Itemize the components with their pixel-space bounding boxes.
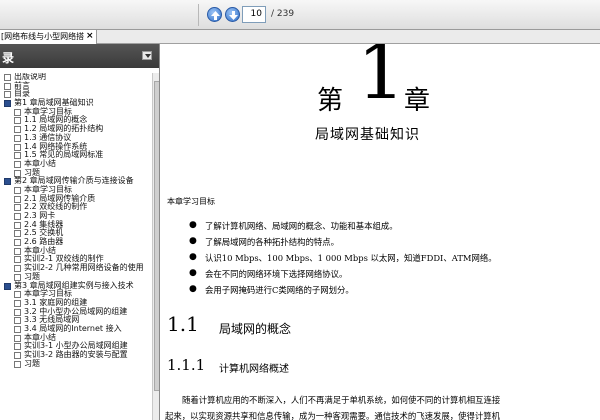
page-icon[interactable] — [14, 186, 21, 194]
next-page-button[interactable] — [225, 7, 240, 22]
expanded-bookmark-icon[interactable] — [4, 178, 11, 186]
bookmark-label: 习题 — [24, 358, 40, 368]
page-icon[interactable] — [14, 308, 21, 316]
page-icon[interactable] — [14, 273, 21, 281]
page-icon[interactable] — [4, 74, 11, 81]
bookmark-item[interactable]: 2.2 双绞线的制作 — [0, 203, 152, 212]
triangle-down-icon — [145, 54, 151, 58]
close-tab-icon[interactable]: × — [86, 30, 94, 43]
bookmark-item[interactable]: 2.5 交换机 — [0, 229, 152, 238]
objective-text: 会用子网掩码进行C类网络的子网划分。 — [205, 285, 354, 295]
bookmark-item[interactable]: 第1 章局域网基础知识 — [0, 98, 152, 108]
page-icon[interactable] — [14, 126, 21, 134]
bookmarks-panel-header: 录 — [0, 44, 159, 68]
bookmark-item[interactable]: 习题 — [0, 358, 152, 369]
bookmark-item[interactable]: 1.5 常见的局域网标准 — [0, 150, 152, 160]
chapter-suffix: 章 — [404, 86, 431, 116]
bookmark-item[interactable]: 2.3 网卡 — [0, 211, 152, 221]
bullet-icon: ● — [189, 220, 197, 230]
page-icon[interactable] — [4, 91, 11, 99]
section-title: 局域网的概念 — [219, 322, 292, 336]
arrow-up-icon — [211, 11, 220, 20]
bullet-icon: ● — [189, 236, 197, 246]
bookmark-item[interactable]: 1.2 局域网的拓扑结构 — [0, 124, 152, 134]
page-icon[interactable] — [14, 230, 21, 238]
bookmark-label: 实训2-2 几种常用网络设备的使用 — [24, 263, 144, 273]
panel-options-button[interactable] — [142, 51, 152, 60]
page-icon[interactable] — [14, 317, 21, 325]
toolbar: 10 / 239 — [0, 0, 600, 30]
chapter-prefix: 第 — [317, 86, 344, 116]
document-tab[interactable]: [网络布线与小型网络搭建]... × — [0, 30, 97, 44]
page-icon[interactable] — [14, 195, 21, 203]
section-number: 1.1 — [167, 312, 199, 336]
document-page: 第 1 章 局域网基础知识 本章学习目标 ● 了解计算机网络、局域网的概念、功能和… — [161, 44, 600, 420]
page-icon[interactable] — [14, 247, 21, 255]
bookmark-item[interactable]: 第2 章局域网传输介质与连接设备 — [0, 177, 152, 186]
objective-text: 会在不同的网络环境下选择网络协议。 — [205, 269, 348, 279]
arrow-down-icon — [229, 11, 238, 20]
bullet-icon: ● — [189, 252, 197, 262]
bookmark-item[interactable]: 2.6 路由器 — [0, 237, 152, 247]
page-icon[interactable] — [14, 256, 21, 264]
objective-text: 了解局域网的各种拓扑结构的特点。 — [205, 237, 339, 247]
page-icon[interactable] — [14, 352, 21, 359]
page-icon[interactable] — [14, 204, 21, 212]
page-icon[interactable] — [14, 360, 21, 368]
expanded-bookmark-icon[interactable] — [4, 100, 11, 108]
scrollbar-thumb[interactable] — [154, 81, 159, 391]
bookmark-tree: 出版说明 前言 目录 第1 章局域网基础知识 本章学习目标 1.1 局域网的概念 1.2 局… — [0, 73, 152, 420]
chapter-number: 1 — [357, 44, 406, 116]
paragraph-line: 随着计算机应用的不断深入，人们不再满足于单机系统，如何使不同的计算机相互连接 — [182, 395, 501, 405]
bookmarks-panel-title: 录 — [2, 51, 15, 65]
bookmark-item[interactable]: 实训2-2 几种常用网络设备的使用 — [0, 263, 152, 273]
bookmark-item[interactable]: 2.4 集线器 — [0, 220, 152, 230]
paragraph-line: 起来，以实现资源共享和信息传输，成为一种客观需要。通信技术的飞速发展，使得计算机 — [165, 411, 500, 420]
bookmark-item[interactable]: 第3 章局域网组建实例与接入技术 — [0, 281, 152, 291]
body-paragraph: 随着计算机应用的不断深入，人们不再满足于单机系统，如何使不同的计算机相互连接 起… — [165, 392, 595, 420]
page-total-label: / 239 — [271, 9, 295, 19]
page-icon[interactable] — [14, 134, 21, 142]
page-icon[interactable] — [14, 143, 21, 151]
page-icon[interactable] — [14, 265, 21, 273]
page-icon[interactable] — [14, 239, 21, 247]
page-icon[interactable] — [14, 325, 21, 333]
document-tab-title: [网络布线与小型网络搭建]... — [1, 32, 84, 41]
page-icon[interactable] — [14, 291, 21, 299]
page-icon[interactable] — [14, 221, 21, 229]
page-icon[interactable] — [14, 117, 21, 125]
page-icon[interactable] — [14, 160, 21, 168]
page-icon[interactable] — [14, 108, 21, 116]
page-icon[interactable] — [14, 213, 21, 220]
bookmark-item[interactable]: 3.4 局域网的Internet 接入 — [0, 324, 152, 334]
pdf-reader-window: 10 / 239 [网络布线与小型网络搭建]... × 录 出版说明前言目录第1… — [0, 0, 600, 420]
bookmarks-panel: 录 出版说明 前言 目录 第1 章局域网基础知识 本章学习目标 1.1 局域网的概念 1.2… — [0, 44, 160, 420]
bookmark-item[interactable]: 本章小结 — [0, 159, 152, 169]
objectives-heading: 本章学习目标 — [167, 197, 215, 206]
page-icon[interactable] — [14, 152, 21, 160]
chapter-title: 局域网基础知识 — [315, 127, 420, 143]
subsection-title: 计算机网络概述 — [219, 364, 289, 375]
toolbar-separator — [198, 4, 199, 26]
page-icon[interactable] — [14, 343, 21, 351]
previous-page-button[interactable] — [207, 7, 222, 22]
objective-text: 了解计算机网络、局域网的概念、功能和基本组成。 — [205, 221, 398, 231]
document-tab-strip: [网络布线与小型网络搭建]... × — [0, 30, 600, 44]
page-number-input[interactable]: 10 — [242, 6, 266, 23]
bullet-icon: ● — [189, 268, 197, 278]
bookmark-scrollbar[interactable] — [152, 73, 159, 420]
subsection-number: 1.1.1 — [167, 356, 206, 374]
bullet-icon: ● — [189, 284, 197, 294]
page-icon[interactable] — [4, 82, 11, 90]
objective-text: 认识10 Mbps、100 Mbps、1 000 Mbps 以太网，知道FDDI… — [205, 253, 497, 263]
bookmark-item[interactable]: 实训3-2 路由器的安装与配置 — [0, 350, 152, 360]
page-icon[interactable] — [14, 299, 21, 307]
page-icon[interactable] — [14, 334, 21, 342]
expanded-bookmark-icon[interactable] — [4, 282, 11, 290]
